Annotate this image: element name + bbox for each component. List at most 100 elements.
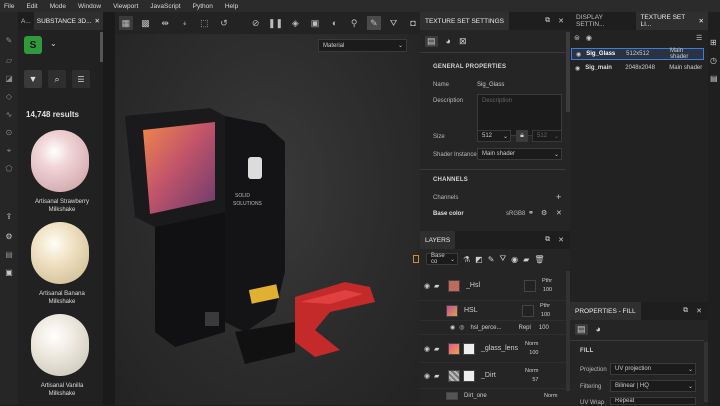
paint-layer-icon[interactable]: ✎ [488, 255, 495, 264]
close-icon[interactable]: ✕ [699, 17, 704, 25]
texture-set-shader[interactable]: Main shader [669, 65, 702, 71]
folder-icon[interactable]: ▰ [523, 255, 529, 264]
light-icon[interactable]: ◐ [328, 16, 342, 30]
filter-icon[interactable]: ▼ [24, 70, 42, 88]
layer-row[interactable]: Dirt_one Norm [420, 389, 566, 403]
name-value[interactable]: Sig_Glass [477, 82, 504, 88]
material-icon[interactable]: ◕ [596, 324, 601, 335]
layer-blend[interactable]: Repl [519, 325, 531, 331]
size-select[interactable]: 512 ⌄ [477, 130, 511, 142]
menu-help[interactable]: Help [225, 3, 238, 10]
menu-edit[interactable]: Edit [26, 3, 37, 10]
sort-icon[interactable]: ☰ [72, 70, 90, 88]
picker-icon[interactable]: ⌖ [4, 146, 14, 156]
layer-opacity[interactable]: 100 [543, 287, 552, 293]
fill-bucket-icon[interactable]: ⛛ [387, 16, 401, 30]
shader-select[interactable]: Main shader ⌄ [477, 148, 562, 160]
tab-texture-set-list[interactable]: TEXTURE SET LI... ✕ [636, 12, 708, 30]
fill-layer-icon[interactable]: ⛛ [499, 254, 506, 264]
menu-viewport[interactable]: Viewport [113, 3, 138, 10]
screenshot-icon[interactable]: ◘ [406, 16, 420, 30]
menu-javascript[interactable]: JavaScript [150, 3, 180, 10]
material-icon[interactable]: ◕ [446, 36, 451, 47]
layer-row[interactable]: HSL Pthr 100 [420, 301, 566, 321]
mesh-icon[interactable]: ▩ [139, 16, 153, 30]
history-dock-icon[interactable]: ◷ [710, 56, 717, 65]
asset-item[interactable]: Artisanal Vanilla Milkshake [27, 314, 97, 398]
gear-icon[interactable]: ⚙ [541, 209, 547, 217]
layers-visibility-icon[interactable]: ⊜ [574, 34, 580, 42]
layer-opacity[interactable]: 100 [541, 312, 550, 318]
panel-splitter[interactable] [103, 12, 115, 405]
pause-icon[interactable]: ❚❚ [268, 16, 283, 30]
log-dock-icon[interactable]: ▤ [710, 74, 718, 83]
layers-dock-icon[interactable]: ⊞ [710, 38, 717, 47]
settings-icon[interactable]: ▤ [425, 36, 438, 47]
uv-icon[interactable]: ⊠ [459, 36, 467, 47]
render-icon[interactable]: ◈ [288, 16, 302, 30]
close-icon[interactable]: ✕ [95, 17, 100, 25]
effects-icon[interactable]: ⚗ [463, 255, 470, 264]
asset-item[interactable]: Artisanal Banana Milkshake [27, 222, 97, 306]
tab-layers[interactable]: LAYERS [420, 231, 456, 249]
layer-opacity[interactable]: 100 [539, 325, 549, 331]
layer-opacity[interactable]: 57 [532, 377, 538, 383]
menu-python[interactable]: Python [193, 3, 213, 10]
projection-select[interactable]: UV projection ⌄ [610, 363, 696, 375]
lock-icon[interactable]: 🔒︎ [516, 130, 528, 142]
eye-icon[interactable]: ◉ [420, 372, 434, 380]
mask-icon[interactable]: ◩ [475, 255, 483, 264]
channel-select[interactable]: Base co ⌄ [426, 253, 458, 265]
projection-icon[interactable]: ◪ [4, 74, 14, 84]
layer-row[interactable]: ◉ ▰ _Dirt Norm 57 [420, 363, 566, 389]
layer-blend[interactable]: Norm [525, 341, 538, 347]
tab-texture-set-settings[interactable]: TEXTURE SET SETTINGS [420, 12, 509, 30]
search-icon[interactable]: ⌕ [48, 70, 66, 88]
filtering-select[interactable]: Bilinear | HQ ⌄ [610, 380, 696, 392]
effect-row[interactable]: ◉ ◎ hsl_perce... Repl 100 [420, 321, 566, 335]
bake-icon[interactable]: ⚙ [4, 232, 14, 242]
viewport-3d[interactable]: SOLID SOLUTIONS [115, 12, 420, 405]
menu-window[interactable]: Window [78, 3, 101, 10]
eye-icon[interactable]: ◉ [420, 345, 434, 353]
align-icon[interactable]: ⍖ [178, 16, 192, 30]
menu-icon[interactable]: ☰ [696, 34, 702, 42]
trash-icon[interactable]: ▤ [4, 250, 14, 260]
tab-substance-assets[interactable]: SUBSTANCE 3D... ✕ [33, 12, 103, 30]
clone-icon[interactable]: ⊙ [4, 128, 14, 138]
float-icon[interactable]: ⧉ [545, 236, 550, 244]
layer-blend[interactable]: Pthr [542, 278, 552, 284]
camera-icon[interactable]: ⬚ [198, 16, 212, 30]
cube-icon[interactable]: ▣ [308, 16, 322, 30]
texture-set-row[interactable]: ◉ Sig_Glass 512x512 Main shader [571, 48, 704, 60]
layer-opacity[interactable]: 100 [529, 350, 538, 356]
hide-icon[interactable]: ⊘ [249, 16, 263, 30]
smart-material-icon[interactable]: ◉ [511, 255, 518, 264]
close-icon[interactable]: ✕ [558, 17, 564, 25]
symmetry-icon[interactable]: ⇹ [158, 16, 172, 30]
layer-row[interactable]: ◉ ▰ _glass_lens Norm 100 [420, 335, 566, 363]
eye-icon[interactable]: ◉ [575, 65, 580, 72]
menu-file[interactable]: File [4, 3, 14, 10]
substance-logo-icon[interactable]: S [24, 36, 42, 54]
layer-blend[interactable]: Pthr [540, 303, 550, 309]
texture-set-row[interactable]: ◉ Sig_main 2048x2048 Main shader [571, 62, 704, 74]
float-icon[interactable]: ⧉ [545, 17, 550, 25]
eye-icon[interactable]: ◉ [576, 51, 581, 58]
close-icon[interactable]: ✕ [696, 307, 702, 315]
menu-mode[interactable]: Mode [50, 3, 66, 10]
history-icon[interactable]: ↺ [217, 16, 231, 30]
export-icon[interactable]: ⇪ [4, 212, 14, 222]
geometry-mask-icon[interactable]: ◇ [4, 92, 14, 102]
delete-icon[interactable]: 🗑︎ [534, 255, 544, 264]
float-icon[interactable]: ⧉ [683, 307, 688, 315]
layer-blend[interactable]: Norm [544, 393, 557, 399]
material-mode-select[interactable]: Material ⌄ [318, 39, 407, 52]
texture-set-shader[interactable]: Main shader [670, 48, 703, 60]
asset-item[interactable]: Artisanal Strawberry Milkshake [27, 130, 97, 214]
eye-icon[interactable]: ◉ [586, 34, 592, 42]
save-icon[interactable]: ▣ [4, 268, 14, 278]
polyfill-icon[interactable]: ⬠ [4, 164, 14, 174]
settings-icon[interactable]: ▤ [575, 324, 588, 335]
base-color-space[interactable]: sRGB8 [506, 211, 525, 217]
